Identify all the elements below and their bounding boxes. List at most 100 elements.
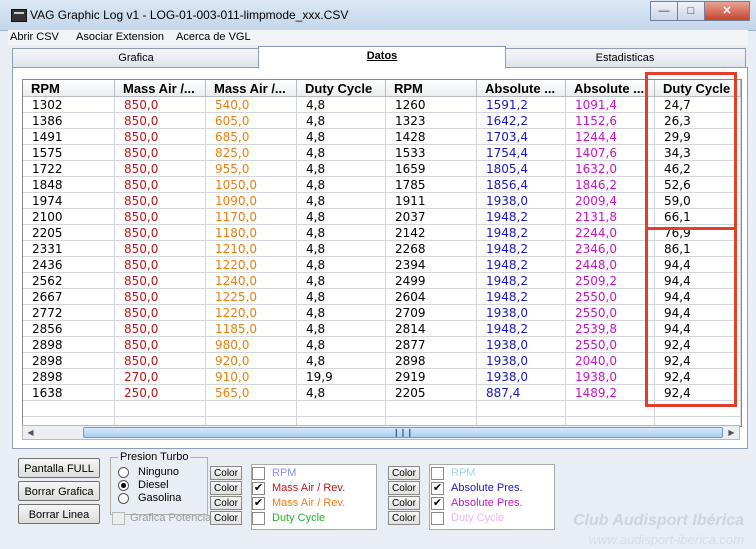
table-cell: 1911: [386, 193, 477, 209]
table-row[interactable]: 2898 850,0 980,0 4,8 2877 1938,0 2550,0 92,4: [23, 337, 741, 353]
table-cell: 2814: [386, 321, 477, 337]
table-cell: 1722: [23, 161, 115, 177]
maximize-icon[interactable]: □: [677, 1, 705, 21]
column-header[interactable]: Absolute ...: [566, 80, 655, 97]
color-button[interactable]: Color: [210, 511, 242, 525]
table-row[interactable]: 2856 850,0 1185,0 4,8 2814 1948,2 2539,8 94,4: [23, 321, 741, 337]
series-checkbox[interactable]: ✔: [252, 497, 265, 510]
table-row[interactable]: 2100 850,0 1170,0 4,8 2037 1948,2 2131,8 66,1: [23, 209, 741, 225]
minimize-icon[interactable]: —: [650, 1, 678, 21]
table-row[interactable]: 2772 850,0 1220,0 4,8 2709 1938,0 2550,0 94,4: [23, 305, 741, 321]
column-header[interactable]: RPM: [23, 80, 115, 97]
table-cell: 980,0: [206, 337, 297, 353]
color-button[interactable]: Color: [210, 496, 242, 510]
table-cell: 850,0: [115, 337, 206, 353]
table-cell: 4,8: [297, 321, 386, 337]
table-cell: 1323: [386, 113, 477, 129]
table-row[interactable]: 1386 850,0 605,0 4,8 1323 1642,2 1152,6 26,3: [23, 113, 741, 129]
table-cell: 2772: [23, 305, 115, 321]
borrar-linea-button[interactable]: Borrar Linea: [18, 504, 100, 524]
menu-acerca-de[interactable]: Acerca de VGL: [176, 31, 251, 43]
series-checkbox[interactable]: [431, 467, 444, 480]
table-row[interactable]: 1974 850,0 1090,0 4,8 1911 1938,0 2009,4 59,0: [23, 193, 741, 209]
tab-datos[interactable]: Datos: [258, 46, 506, 69]
table-row[interactable]: 2667 850,0 1225,0 4,8 2604 1948,2 2550,0 94,4: [23, 289, 741, 305]
series-checkbox[interactable]: ✔: [431, 482, 444, 495]
empty-row: [23, 401, 741, 417]
series-checkbox[interactable]: [252, 512, 265, 525]
table-cell: 2604: [386, 289, 477, 305]
color-button[interactable]: Color: [210, 466, 242, 480]
table-cell: 2898: [23, 369, 115, 385]
table-cell: 850,0: [115, 289, 206, 305]
menu-abrir-csv[interactable]: Abrir CSV: [10, 31, 59, 43]
scroll-left-icon[interactable]: ◀: [23, 426, 38, 439]
table-row[interactable]: 2331 850,0 1210,0 4,8 2268 1948,2 2346,0 86,1: [23, 241, 741, 257]
series-label: RPM: [272, 467, 297, 479]
scroll-thumb[interactable]: ❙❙❙: [83, 427, 723, 438]
table-cell: 94,4: [655, 257, 741, 273]
table-cell: 4,8: [297, 145, 386, 161]
radio-ninguno[interactable]: [118, 467, 129, 478]
table-row[interactable]: 1302 850,0 540,0 4,8 1260 1591,2 1091,4 24,7: [23, 97, 741, 113]
table-row[interactable]: 1638 250,0 565,0 4,8 2205 887,4 1489,2 92,4: [23, 385, 741, 401]
close-icon[interactable]: ✕: [704, 1, 750, 21]
table-cell: 2877: [386, 337, 477, 353]
column-header[interactable]: Absolute ...: [477, 80, 566, 97]
table-row[interactable]: 2898 850,0 920,0 4,8 2898 1938,0 2040,0 92,4: [23, 353, 741, 369]
column-header[interactable]: Mass Air /...: [206, 80, 297, 97]
pantalla-full-button[interactable]: Pantalla FULL: [18, 458, 100, 478]
table-row[interactable]: 1848 850,0 1050,0 4,8 1785 1856,4 1846,2 52,6: [23, 177, 741, 193]
radio-diesel[interactable]: [118, 480, 129, 491]
table-cell: 270,0: [115, 369, 206, 385]
table-cell: 1225,0: [206, 289, 297, 305]
table-cell: 850,0: [115, 113, 206, 129]
table-cell: 2550,0: [566, 289, 655, 305]
table-cell: 1642,2: [477, 113, 566, 129]
table-cell: 850,0: [115, 305, 206, 321]
menu-asociar-extension[interactable]: Asociar Extension: [76, 31, 164, 43]
color-button[interactable]: Color: [388, 496, 420, 510]
color-button[interactable]: Color: [388, 481, 420, 495]
series-checkbox[interactable]: ✔: [252, 482, 265, 495]
color-button[interactable]: Color: [388, 466, 420, 480]
column-header[interactable]: Duty Cycle: [655, 80, 741, 97]
series-checkbox[interactable]: [431, 512, 444, 525]
color-button[interactable]: Color: [388, 511, 420, 525]
table-row[interactable]: 2562 850,0 1240,0 4,8 2499 1948,2 2509,2 94,4: [23, 273, 741, 289]
table-cell: 1491: [23, 129, 115, 145]
scroll-right-icon[interactable]: ▶: [724, 426, 739, 439]
table-cell: 920,0: [206, 353, 297, 369]
empty-cell: [566, 401, 655, 417]
column-header[interactable]: RPM: [386, 80, 477, 97]
table-cell: 4,8: [297, 305, 386, 321]
column-header[interactable]: Duty Cycle: [297, 80, 386, 97]
radio-gasolina[interactable]: [118, 493, 129, 504]
table-row[interactable]: 1491 850,0 685,0 4,8 1428 1703,4 1244,4 29,9: [23, 129, 741, 145]
data-grid[interactable]: RPM Mass Air /... Mass Air /... Duty Cycle R…: [22, 79, 742, 427]
table-cell: 540,0: [206, 97, 297, 113]
column-header[interactable]: Mass Air /...: [115, 80, 206, 97]
table-cell: 1659: [386, 161, 477, 177]
tab-grafica[interactable]: Grafica: [12, 48, 260, 68]
table-row[interactable]: 2205 850,0 1180,0 4,8 2142 1948,2 2244,0 76,9: [23, 225, 741, 241]
table-row[interactable]: 1722 850,0 955,0 4,8 1659 1805,4 1632,0 46,2: [23, 161, 741, 177]
table-cell: 4,8: [297, 177, 386, 193]
series-checkbox[interactable]: [252, 467, 265, 480]
grafica-potencia-checkbox[interactable]: [112, 512, 125, 525]
table-cell: 66,1: [655, 209, 741, 225]
table-cell: 1244,4: [566, 129, 655, 145]
table-cell: 2667: [23, 289, 115, 305]
borrar-grafica-button[interactable]: Borrar Grafica: [18, 481, 100, 501]
table-row[interactable]: 1575 850,0 825,0 4,8 1533 1754,4 1407,6 34,3: [23, 145, 741, 161]
table-row[interactable]: 2898 270,0 910,0 19,9 2919 1938,0 1938,0 92,4: [23, 369, 741, 385]
table-cell: 850,0: [115, 321, 206, 337]
table-cell: 1591,2: [477, 97, 566, 113]
empty-cell: [655, 401, 741, 417]
table-row[interactable]: 2436 850,0 1220,0 4,8 2394 1948,2 2448,0 94,4: [23, 257, 741, 273]
horizontal-scrollbar[interactable]: ◀ ❙❙❙ ▶: [22, 425, 740, 440]
tab-estadisticas[interactable]: Estadisticas: [504, 48, 746, 68]
series-checkbox[interactable]: ✔: [431, 497, 444, 510]
series-label: Duty Cycle: [272, 512, 326, 524]
color-button[interactable]: Color: [210, 481, 242, 495]
